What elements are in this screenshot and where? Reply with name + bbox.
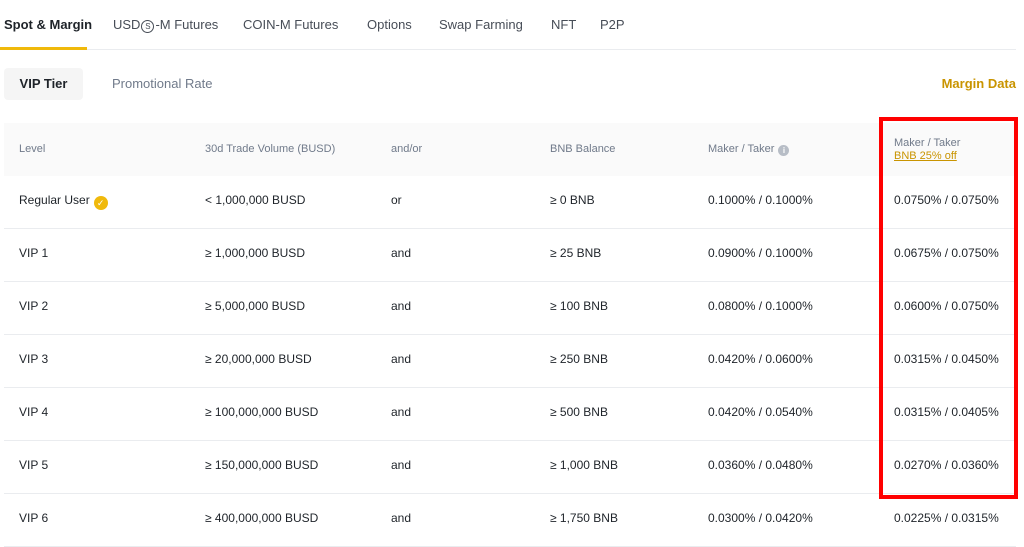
cell-bnb: ≥ 250 BNB: [550, 352, 608, 366]
cell-fee: 0.0800% / 0.1000%: [708, 299, 813, 313]
cell-andor: and: [391, 299, 412, 313]
tab-swap-farming[interactable]: Swap Farming: [439, 17, 523, 32]
table-row: VIP 1 ≥ 1,000,000 BUSD and ≥ 25 BNB 0.09…: [4, 229, 1016, 282]
cell-bnb: ≥ 500 BNB: [550, 405, 608, 419]
active-tab-indicator: [0, 47, 87, 50]
table-header: Level 30d Trade Volume (BUSD) and/or BNB…: [4, 123, 1016, 176]
cell-level: Regular User ✓: [19, 193, 108, 210]
cell-level: VIP 5: [19, 458, 49, 472]
cell-bnb: ≥ 100 BNB: [550, 299, 608, 313]
tab-usds-prefix: USD: [113, 17, 141, 32]
cell-bnb: ≥ 25 BNB: [550, 246, 602, 260]
cell-discount-fee: 0.0270% / 0.0360%: [894, 458, 999, 472]
cell-andor: and: [391, 511, 412, 525]
level-text: Regular User: [19, 193, 90, 207]
cell-discount-fee: 0.0600% / 0.0750%: [894, 299, 999, 313]
tab-spot-margin[interactable]: Spot & Margin: [4, 17, 92, 32]
tab-usds-suffix: -M Futures: [155, 17, 219, 32]
tab-nft[interactable]: NFT: [551, 17, 576, 32]
cell-level: VIP 3: [19, 352, 49, 366]
stablecoin-s-icon: S: [141, 20, 155, 33]
cell-andor: and: [391, 352, 412, 366]
cell-andor: and: [391, 246, 412, 260]
cell-bnb: ≥ 0 BNB: [550, 193, 595, 207]
fee-table: Level 30d Trade Volume (BUSD) and/or BNB…: [4, 123, 1016, 547]
cell-volume: ≥ 150,000,000 BUSD: [205, 458, 319, 472]
col-header-maker-taker-label: Maker / Taker: [708, 143, 775, 155]
cell-discount-fee: 0.0225% / 0.0315%: [894, 511, 999, 525]
col-header-discount-label: Maker / Taker: [894, 137, 961, 149]
cell-level: VIP 2: [19, 299, 49, 313]
cell-bnb: ≥ 1,750 BNB: [550, 511, 618, 525]
margin-data-link[interactable]: Margin Data: [942, 76, 1016, 91]
cell-bnb: ≥ 1,000 BNB: [550, 458, 618, 472]
cell-fee: 0.0420% / 0.0540%: [708, 405, 813, 419]
tab-coin-m-futures[interactable]: COIN-M Futures: [243, 17, 338, 32]
col-header-volume: 30d Trade Volume (BUSD): [205, 143, 336, 155]
product-tabs: Spot & Margin USD S -M Futures COIN-M Futu…: [0, 0, 1016, 50]
cell-fee: 0.1000% / 0.1000%: [708, 193, 813, 207]
cell-volume: ≥ 20,000,000 BUSD: [205, 352, 312, 366]
verified-badge-icon: ✓: [93, 196, 108, 210]
cell-discount-fee: 0.0315% / 0.0450%: [894, 352, 999, 366]
cell-discount-fee: 0.0675% / 0.0750%: [894, 246, 999, 260]
cell-volume: ≥ 100,000,000 BUSD: [205, 405, 319, 419]
table-row: VIP 5 ≥ 150,000,000 BUSD and ≥ 1,000 BNB…: [4, 441, 1016, 494]
col-header-level: Level: [19, 143, 46, 155]
table-row: VIP 4 ≥ 100,000,000 BUSD and ≥ 500 BNB 0…: [4, 388, 1016, 441]
tab-p2p[interactable]: P2P: [600, 17, 625, 32]
cell-volume: ≥ 400,000,000 BUSD: [205, 511, 319, 525]
cell-level: VIP 4: [19, 405, 49, 419]
tab-options[interactable]: Options: [367, 17, 412, 32]
bnb-discount-link[interactable]: BNB 25% off: [894, 150, 960, 163]
cell-andor: or: [391, 193, 402, 207]
cell-andor: and: [391, 405, 412, 419]
cell-fee: 0.0300% / 0.0420%: [708, 511, 813, 525]
col-header-andor: and/or: [391, 143, 423, 155]
cell-fee: 0.0360% / 0.0480%: [708, 458, 813, 472]
subtab-promotional-rate[interactable]: Promotional Rate: [112, 68, 212, 100]
col-header-maker-taker: Maker / Taker i: [708, 143, 790, 156]
cell-volume: < 1,000,000 BUSD: [205, 193, 306, 207]
info-icon[interactable]: i: [778, 145, 790, 156]
col-header-bnb-balance: BNB Balance: [550, 143, 616, 155]
cell-fee: 0.0420% / 0.0600%: [708, 352, 813, 366]
cell-level: VIP 1: [19, 246, 49, 260]
cell-andor: and: [391, 458, 412, 472]
table-row: Regular User ✓ < 1,000,000 BUSD or ≥ 0 BN…: [4, 176, 1016, 229]
table-row: VIP 6 ≥ 400,000,000 BUSD and ≥ 1,750 BNB…: [4, 494, 1016, 547]
table-row: VIP 2 ≥ 5,000,000 BUSD and ≥ 100 BNB 0.0…: [4, 282, 1016, 335]
cell-level: VIP 6: [19, 511, 49, 525]
cell-volume: ≥ 5,000,000 BUSD: [205, 299, 305, 313]
cell-discount-fee: 0.0750% / 0.0750%: [894, 193, 999, 207]
cell-fee: 0.0900% / 0.1000%: [708, 246, 813, 260]
table-row: VIP 3 ≥ 20,000,000 BUSD and ≥ 250 BNB 0.…: [4, 335, 1016, 388]
cell-discount-fee: 0.0315% / 0.0405%: [894, 405, 999, 419]
cell-volume: ≥ 1,000,000 BUSD: [205, 246, 305, 260]
tab-usds-m-futures[interactable]: USD S -M Futures: [113, 17, 218, 33]
col-header-maker-taker-discount: Maker / Taker BNB 25% off: [894, 137, 960, 163]
subtab-vip-tier[interactable]: VIP Tier: [4, 68, 83, 100]
